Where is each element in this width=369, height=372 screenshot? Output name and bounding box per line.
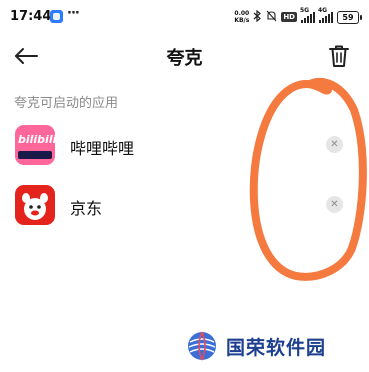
header: 夸克 <box>0 34 369 78</box>
signal-4g-label: 4G <box>318 6 328 14</box>
more-notifications-icon: ··· <box>67 6 80 21</box>
arrow-left-icon <box>15 48 38 64</box>
network-speed-value: 0.00 <box>234 10 250 17</box>
page-title: 夸克 <box>166 48 203 69</box>
watermark-text: 国荣软件园 <box>226 336 327 359</box>
hd-badge: HD <box>281 12 297 22</box>
section-label: 夸克可启动的应用 <box>14 96 119 111</box>
network-speed-unit: KB/s <box>234 17 250 24</box>
back-button[interactable] <box>12 42 40 70</box>
trash-icon <box>329 45 349 67</box>
jd-icon <box>15 185 55 225</box>
app-row-jd[interactable]: 京东 ✕ <box>0 185 369 239</box>
signal-4g-icon: 4G <box>318 7 333 23</box>
delete-button[interactable] <box>325 42 353 70</box>
signal-5g-label: 5G <box>300 6 310 14</box>
app-name: 京东 <box>70 199 103 218</box>
remove-button[interactable]: ✕ <box>326 136 343 153</box>
watermark: 国荣软件园 <box>186 330 326 362</box>
status-icons: 0.00 KB/s HD 5G 4G 59 <box>234 7 362 25</box>
battery-icon: 59 <box>337 10 362 24</box>
notification-app-icon <box>50 10 63 23</box>
status-time: 17:44 <box>10 9 52 24</box>
app-row-bilibili[interactable]: bilibili 哔哩哔哩 ✕ <box>0 125 369 179</box>
bilibili-icon: bilibili <box>15 125 55 165</box>
bilibili-logo-band <box>18 151 52 159</box>
status-bar: 17:44 ··· 0.00 KB/s HD 5G 4G 59 <box>0 0 369 34</box>
app-name: 哔哩哔哩 <box>70 139 135 158</box>
jd-mascot-icon <box>22 193 48 220</box>
bluetooth-icon <box>253 9 262 25</box>
signal-5g-icon: 5G <box>300 7 315 23</box>
globe-logo-icon <box>188 331 216 361</box>
bell-muted-icon <box>266 10 277 25</box>
network-speed: 0.00 KB/s <box>234 10 249 24</box>
remove-button[interactable]: ✕ <box>326 196 343 213</box>
bilibili-logo-text: bilibili <box>18 133 55 146</box>
